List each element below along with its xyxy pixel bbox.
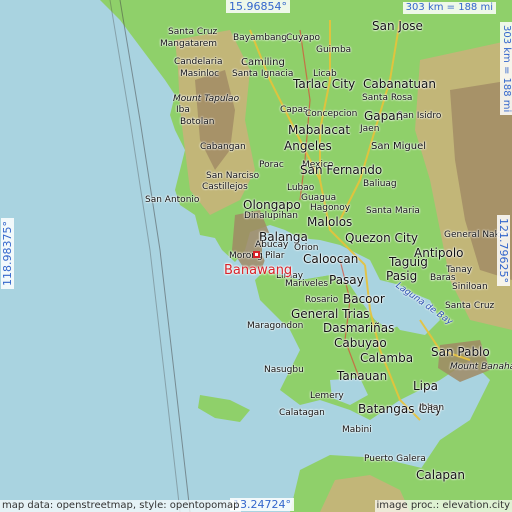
place-label: Masinloc [180,69,220,79]
place-label: Siniloan [452,282,488,292]
place-label: Castillejos [202,182,248,192]
place-label: Lipa [413,379,438,393]
map-viewport[interactable]: Santa Cruz Bayambang Cuyapo Guimba San J… [0,0,512,512]
place-label: Ibaan [419,403,445,413]
place-label: Candelaria [174,57,223,67]
place-label: San Fernando [300,163,383,177]
location-marker [253,251,260,258]
scale-bar-vertical: 303 km = 188 mi [500,22,512,116]
map-data-credit: map data: openstreetmap, style: opentopo… [0,500,242,512]
place-label: Puerto Galera [364,454,426,464]
place-label: Tanauan [337,369,388,383]
place-label: Santa Cruz [445,301,495,311]
place-label: Dinalupihan [244,211,298,221]
place-label: Abucay [255,240,289,250]
place-label: San Narciso [206,171,260,181]
place-label: Hagonoy [310,203,351,213]
place-label: Lemery [310,391,344,401]
place-label: Iba [176,105,190,115]
place-label: Taguig [389,255,428,269]
place-label: Angeles [284,139,332,153]
place-label: Mariveles [285,279,329,289]
place-label: General Trias [291,307,370,321]
place-label: Santa Cruz [168,27,218,37]
coord-left: 118.98375° [1,218,14,289]
place-label: Lubao [287,183,315,193]
place-label: Baliuag [363,179,397,189]
place-label: San Isidro [397,111,442,121]
place-label: Mabalacat [288,123,351,137]
place-label: Porac [259,160,284,170]
image-proc-credit: image proc.: elevation.city [374,500,512,512]
place-label: Mabini [342,425,372,435]
place-label: Calapan [416,468,465,482]
place-label: Rosario [305,295,339,305]
mountain-label: Mount Banahaw [450,362,512,372]
place-label: Calatagan [279,408,325,418]
place-label: Guagua [301,193,337,203]
place-label: San Jose [372,19,423,33]
place-label: Concepcion [305,109,358,119]
place-label: San Miguel [371,141,427,152]
place-label: Gapan [364,109,404,123]
place-label: Mangatarem [160,39,218,49]
mountain-label: Mount Tapulao [173,94,240,104]
place-label: Quezon City [345,231,419,245]
place-label: Tarlac City [293,77,356,91]
place-label: Pilar [265,251,285,261]
place-label: Dasmariñas [323,321,395,335]
place-label: Camiling [241,57,285,68]
scale-bar-horizontal: 303 km = 188 mi [402,2,496,14]
place-label: Cuyapo [286,33,321,43]
place-label: Calamba [360,351,414,365]
place-label: Caloocan [303,252,359,266]
focus-place-label: Banawang [224,263,293,278]
place-label: Capas [280,105,308,115]
place-label: Nasugbu [264,365,304,375]
place-label: Olongapo [243,198,301,212]
place-label: Santa Ignacia [232,69,294,79]
coord-top: 15.96854° [226,0,290,13]
coord-right: 121.79625° [497,215,510,286]
place-label: Botolan [180,117,215,127]
place-label: Pasig [386,269,418,283]
place-label: Malolos [307,215,353,229]
place-label: Santa Rosa [362,93,413,103]
place-label: San Pablo [431,345,490,359]
place-label: Maragondon [247,321,304,331]
place-label: San Antonio [145,195,200,205]
place-label: Bayambang [233,33,287,43]
place-label: Cabangan [200,142,246,152]
place-label: Cabanatuan [363,77,436,91]
place-label: Santa Maria [366,206,420,216]
place-label: Guimba [316,45,352,55]
place-label: Jaen [360,124,380,134]
place-label: Bacoor [343,292,385,306]
place-label: Pasay [329,273,364,287]
place-label: Cabuyao [334,336,387,350]
